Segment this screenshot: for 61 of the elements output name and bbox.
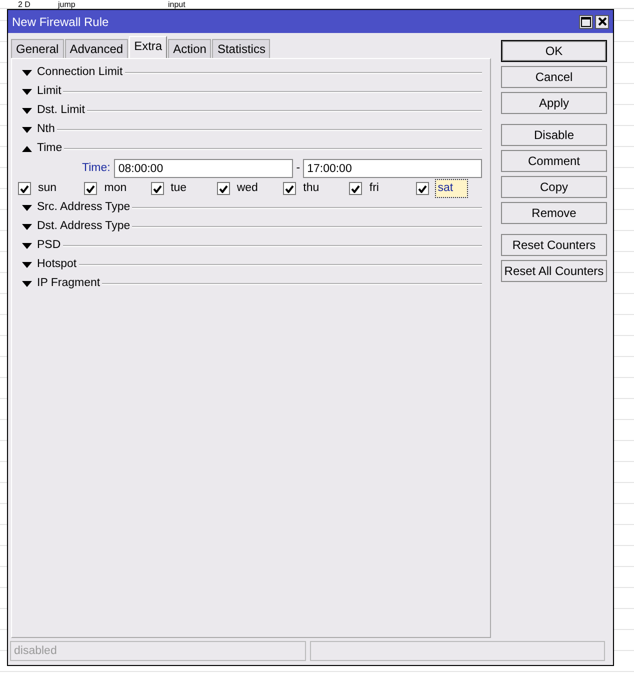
table-cell-text: 2 D xyxy=(17,0,32,8)
dialog-button[interactable]: Copy xyxy=(501,176,607,198)
dialog-button[interactable]: Reset All Counters xyxy=(501,260,607,282)
checkbox[interactable] xyxy=(216,182,230,195)
maximize-icon xyxy=(581,16,591,26)
tab[interactable]: General xyxy=(11,39,64,58)
expand-triangle-icon xyxy=(22,88,32,94)
status-text: disabled xyxy=(10,641,306,661)
tab[interactable]: Statistics xyxy=(212,39,270,58)
time-to-field[interactable]: 17:00:00 xyxy=(303,159,482,178)
collapse-triangle-icon xyxy=(22,146,32,152)
dialog-button[interactable]: Cancel xyxy=(501,66,607,88)
expand-triangle-icon xyxy=(22,108,32,114)
checkbox[interactable] xyxy=(416,182,429,195)
checkbox-label: wed xyxy=(236,180,258,196)
checkbox[interactable] xyxy=(18,182,31,195)
close-button[interactable] xyxy=(595,14,609,28)
time-separator: - xyxy=(296,160,300,176)
dialog-button[interactable]: Comment xyxy=(501,150,607,172)
checkbox[interactable] xyxy=(349,182,362,195)
dialog-button[interactable]: Apply xyxy=(501,92,607,114)
dialog-button[interactable]: Disable xyxy=(501,124,607,146)
section-header[interactable]: PSD xyxy=(18,236,482,255)
section-header[interactable]: Dst. Address Type xyxy=(18,217,482,236)
tab[interactable]: Action xyxy=(168,39,212,58)
checkbox[interactable] xyxy=(283,182,296,195)
tab[interactable]: Advanced xyxy=(64,39,128,58)
checkbox-label: thu xyxy=(303,180,320,196)
tab[interactable]: Extra xyxy=(129,36,168,58)
section-header[interactable]: Src. Address Type xyxy=(18,198,482,217)
checkbox-label: sat xyxy=(436,180,468,198)
window-title: New Firewall Rule xyxy=(12,14,109,30)
expand-triangle-icon xyxy=(22,242,32,248)
section-header[interactable]: Limit xyxy=(18,82,482,101)
close-icon xyxy=(598,17,606,26)
expand-triangle-icon xyxy=(22,126,32,132)
table-cell-text: input xyxy=(167,0,186,8)
checkbox[interactable] xyxy=(84,182,98,195)
section-header[interactable]: Hotspot xyxy=(18,255,482,274)
time-from-field[interactable]: 08:00:00 xyxy=(114,159,294,178)
section-header[interactable]: Nth xyxy=(18,120,482,139)
section-header[interactable]: Dst. Limit xyxy=(18,101,482,120)
expand-triangle-icon xyxy=(22,280,32,286)
checkbox-label: sun xyxy=(38,180,57,196)
expand-triangle-icon xyxy=(22,70,32,76)
section-header[interactable]: Time xyxy=(18,139,482,158)
time-label: Time: xyxy=(82,160,110,176)
dialog-button[interactable]: Reset Counters xyxy=(501,234,607,256)
section-header[interactable]: Connection Limit xyxy=(18,63,482,82)
table-cell-text: jump xyxy=(56,0,76,8)
dialog-button[interactable]: Remove xyxy=(501,202,607,224)
expand-triangle-icon xyxy=(22,262,32,268)
checkbox-label: fri xyxy=(369,180,379,196)
maximize-button[interactable] xyxy=(579,14,593,28)
checkbox-label: mon xyxy=(104,180,127,196)
expand-triangle-icon xyxy=(22,204,32,210)
dialog-button[interactable]: OK xyxy=(501,40,607,62)
expand-triangle-icon xyxy=(22,224,32,230)
checkbox[interactable] xyxy=(150,182,164,195)
checkbox-label: tue xyxy=(170,180,187,196)
section-header[interactable]: IP Fragment xyxy=(18,274,482,293)
